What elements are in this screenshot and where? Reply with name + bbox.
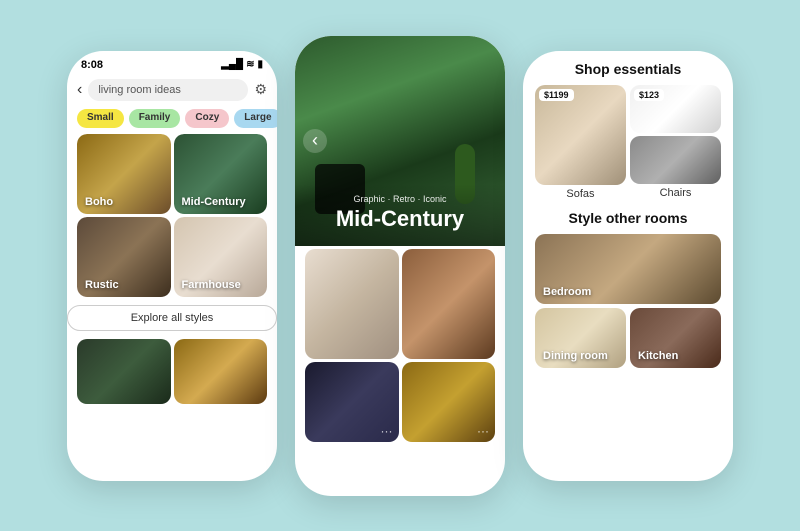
signal-icon: ▂▄█: [221, 59, 243, 70]
chip-cozy[interactable]: Cozy: [185, 109, 229, 128]
style-grid: Boho Mid-Century Rustic Farmhouse: [67, 134, 277, 297]
center-card-3[interactable]: ···: [305, 362, 399, 442]
filter-chips: Small Family Cozy Large Lay...: [67, 107, 277, 134]
status-bar-left: 8:08 ▂▄█ ≋ ▮: [67, 51, 277, 75]
bottom-images: [67, 339, 277, 404]
kitchen-label: Kitchen: [638, 350, 678, 362]
style-card-rustic[interactable]: Rustic: [77, 217, 171, 297]
style-label-midcentury: Mid-Century: [182, 196, 246, 208]
battery-icon: ▮: [257, 59, 263, 70]
center-card-1[interactable]: [305, 249, 399, 359]
center-photo-grid: ··· ···: [295, 246, 505, 445]
filter-icon[interactable]: ⚙: [254, 81, 267, 98]
center-card-2[interactable]: [402, 249, 496, 359]
hero-image: ‹ Graphic · Retro · Iconic Mid-Century: [295, 36, 505, 246]
chair-image-bottom[interactable]: [630, 136, 721, 184]
style-subtitle: Graphic · Retro · Iconic: [309, 194, 491, 204]
phone-right: Shop essentials $1199 Sofas $123 Chairs: [523, 51, 733, 481]
chip-family[interactable]: Family: [129, 109, 181, 128]
shop-grid: $1199 Sofas $123 Chairs: [535, 85, 721, 206]
wifi-icon: ≋: [246, 59, 254, 70]
right-content: Shop essentials $1199 Sofas $123 Chairs: [523, 51, 733, 378]
style-label-rustic: Rustic: [85, 279, 119, 291]
chip-small[interactable]: Small: [77, 109, 124, 128]
style-card-midcentury[interactable]: Mid-Century: [174, 134, 268, 214]
hero-overlay: Graphic · Retro · Iconic Mid-Century: [295, 184, 505, 246]
time-display: 8:08: [81, 59, 103, 71]
shop-essentials-title: Shop essentials: [535, 61, 721, 77]
sofa-price: $1199: [539, 89, 574, 101]
dining-room-card[interactable]: Dining room: [535, 308, 626, 368]
rooms-row-2: Dining room Kitchen: [535, 308, 721, 368]
bottom-image-right[interactable]: [174, 339, 268, 404]
chip-large[interactable]: Large: [234, 109, 277, 128]
kitchen-card[interactable]: Kitchen: [630, 308, 721, 368]
style-card-boho[interactable]: Boho: [77, 134, 171, 214]
chair-label: Chairs: [630, 187, 721, 199]
style-label-boho: Boho: [85, 196, 113, 208]
sofa-image-card[interactable]: $1199: [535, 85, 626, 185]
style-title-big: Mid-Century: [309, 206, 491, 232]
bottom-image-left[interactable]: [77, 339, 171, 404]
rooms-grid: Bedroom Dining room Kitchen: [535, 234, 721, 368]
search-bar-row: ‹ living room ideas ⚙: [67, 75, 277, 107]
sofa-column: $1199 Sofas: [535, 85, 626, 206]
phones-container: 8:08 ▂▄█ ≋ ▮ ‹ living room ideas ⚙ Small…: [67, 36, 733, 496]
more-dots-1[interactable]: ···: [381, 424, 393, 438]
style-label-farmhouse: Farmhouse: [182, 279, 241, 291]
search-input[interactable]: living room ideas: [88, 79, 248, 101]
explore-all-button[interactable]: Explore all styles: [67, 305, 277, 331]
bedroom-label: Bedroom: [543, 286, 591, 298]
nav-arrow-left[interactable]: ‹: [303, 129, 327, 153]
status-icons: ▂▄█ ≋ ▮: [221, 59, 263, 70]
chair-image-top[interactable]: $123: [630, 85, 721, 133]
center-card-4[interactable]: ···: [402, 362, 496, 442]
more-dots-2[interactable]: ···: [477, 424, 489, 438]
sofa-label: Sofas: [535, 188, 626, 200]
chair-column: $123 Chairs: [630, 85, 721, 206]
chair-price: $123: [634, 89, 664, 101]
style-rooms-title: Style other rooms: [535, 210, 721, 226]
back-arrow-icon[interactable]: ‹: [77, 81, 82, 99]
dining-label: Dining room: [543, 350, 608, 362]
phone-center: ‹ Graphic · Retro · Iconic Mid-Century ·…: [295, 36, 505, 496]
phone-left: 8:08 ▂▄█ ≋ ▮ ‹ living room ideas ⚙ Small…: [67, 51, 277, 481]
bedroom-card[interactable]: Bedroom: [535, 234, 721, 304]
style-card-farmhouse[interactable]: Farmhouse: [174, 217, 268, 297]
